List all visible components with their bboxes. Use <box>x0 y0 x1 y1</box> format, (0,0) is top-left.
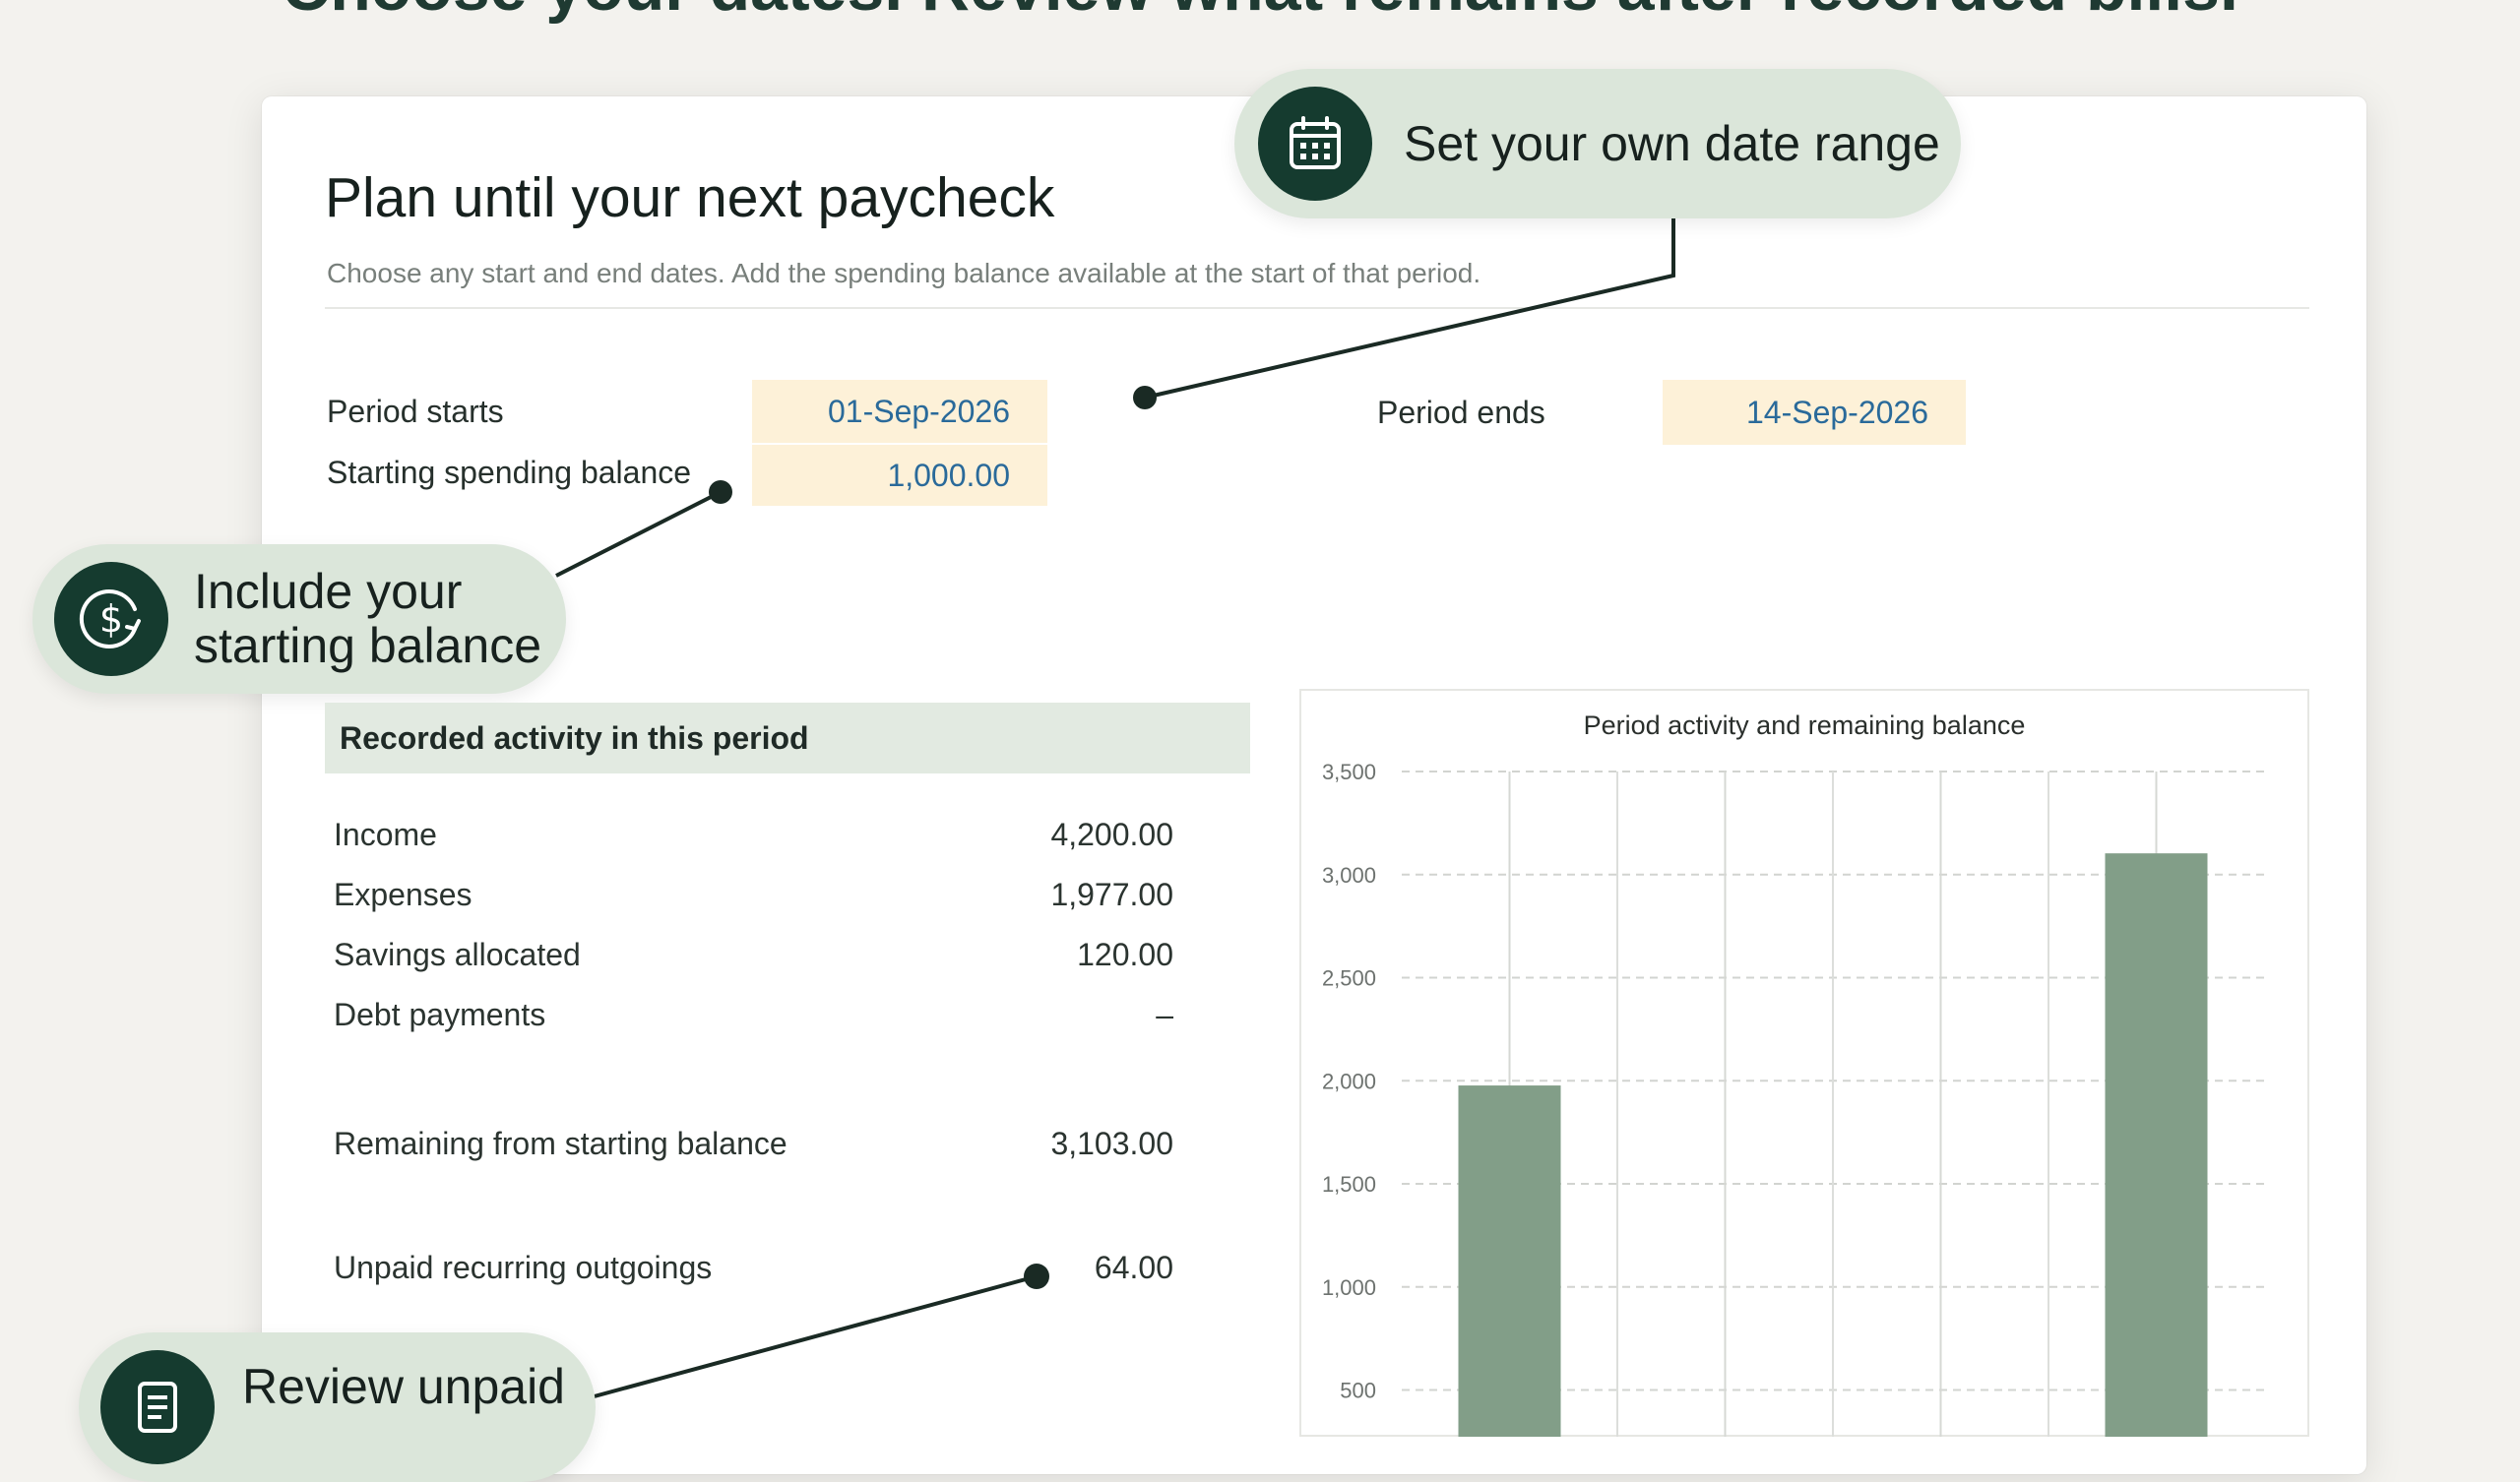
chart-bar <box>2105 853 2208 1437</box>
activity-row-value: 120.00 <box>1077 937 1173 972</box>
starting-balance-callout-line1: Include your <box>194 564 463 619</box>
remaining-label: Remaining from starting balance <box>334 1126 788 1161</box>
activity-row-value: 4,200.00 <box>1050 817 1173 852</box>
remaining-value: 3,103.00 <box>1050 1126 1173 1161</box>
date-range-callout: Set your own date range <box>1234 69 1961 218</box>
chart-plot: 500 1,000 1,500 2,000 2,500 3,000 3,500 <box>1322 760 2264 1437</box>
starting-balance-callout: $ Include your starting balance <box>32 544 566 694</box>
review-unpaid-callout-text: Review unpaid <box>242 1359 565 1414</box>
document-icon <box>100 1350 215 1464</box>
activity-row-label: Income <box>334 817 437 852</box>
chart-y-tick-label: 1,000 <box>1322 1275 1376 1300</box>
activity-chart: Period activity and remaining balance 50… <box>1299 689 2309 1437</box>
activity-row: Income 4,200.00 <box>333 817 1173 866</box>
chart-y-tick-label: 500 <box>1340 1379 1376 1403</box>
dollar-icon: $ <box>54 562 168 676</box>
starting-balance-callout-text: Include your starting balance <box>194 565 541 673</box>
starting-balance-connector <box>555 490 722 578</box>
review-unpaid-callout: Review unpaid <box>79 1332 596 1482</box>
activity-row: Expenses 1,977.00 <box>333 877 1173 926</box>
unpaid-label: Unpaid recurring outgoings <box>334 1250 713 1285</box>
activity-row-value: 1,977.00 <box>1050 877 1173 912</box>
activity-section-header: Recorded activity in this period <box>325 703 1250 773</box>
date-range-callout-text: Set your own date range <box>1404 115 1940 171</box>
chart-y-tick-label: 3,500 <box>1322 760 1376 784</box>
activity-row-label: Expenses <box>334 877 472 912</box>
chart-y-tick-label: 3,000 <box>1322 863 1376 888</box>
activity-row: Savings allocated 120.00 <box>333 937 1173 986</box>
starting-balance-callout-line2: starting balance <box>194 618 542 673</box>
chart-y-tick-label: 2,500 <box>1322 966 1376 991</box>
chart-y-tick-label: 1,500 <box>1322 1172 1376 1197</box>
activity-row-value: – <box>1156 997 1173 1032</box>
activity-row-label: Savings allocated <box>334 937 581 972</box>
activity-row-label: Debt payments <box>334 997 546 1032</box>
activity-row: Debt payments – <box>333 997 1173 1046</box>
review-unpaid-connector <box>590 1274 1038 1399</box>
svg-text:$: $ <box>99 597 123 641</box>
date-range-connector-dot <box>1133 386 1157 409</box>
date-range-connector <box>1144 218 1675 400</box>
chart-bar <box>1458 1085 1561 1437</box>
starting-balance-connector-dot <box>709 480 732 504</box>
chart-y-tick-label: 2,000 <box>1322 1069 1376 1093</box>
calendar-icon <box>1258 87 1372 201</box>
unpaid-value: 64.00 <box>1094 1250 1173 1285</box>
